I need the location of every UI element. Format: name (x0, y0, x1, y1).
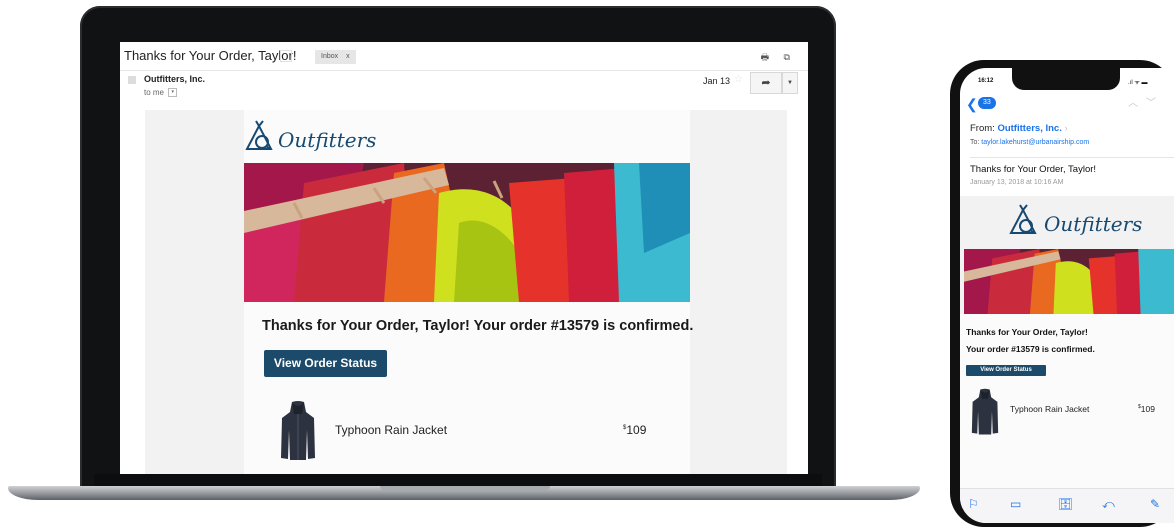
price-value: 109 (1140, 404, 1155, 414)
more-options-button[interactable]: ▼ (782, 72, 798, 94)
divider (970, 157, 1174, 158)
brand-logo: Outfitters (1008, 204, 1142, 238)
phone-notch (1012, 68, 1120, 90)
from-name[interactable]: Outfitters, Inc. (997, 123, 1061, 134)
tent-logo-icon (1009, 204, 1037, 234)
brand-name: Outfitters (278, 128, 377, 152)
reply-button[interactable]: ➦ (750, 72, 782, 94)
to-address[interactable]: taylor.lakehurst@urbanairship.com (981, 139, 1089, 146)
email-date: January 13, 2018 at 10:16 AM (970, 179, 1064, 186)
email-subject: Thanks for Your Order, Taylor! (124, 48, 297, 63)
recipient-info: to me ▾ (144, 88, 178, 98)
price-value: 109 (626, 423, 647, 437)
chevron-right-icon: › (1064, 123, 1068, 134)
folder-icon[interactable]: ▭ (1010, 497, 1021, 511)
brand-name: Outfitters (1044, 212, 1143, 236)
product-name[interactable]: Typhoon Rain Jacket (1010, 404, 1089, 414)
email-date: Jan 13 (703, 76, 731, 86)
email-body: Outfitters Thanks for Your Order, Taylor… (145, 110, 787, 474)
status-time: 16:12 (978, 78, 994, 84)
sender-name[interactable]: Outfitters, Inc. (144, 74, 205, 84)
email-subject: Thanks for Your Order, Taylor! (970, 164, 1097, 175)
confirmation-line-1: Thanks for Your Order, Taylor! (966, 327, 1088, 337)
product-name[interactable]: Typhoon Rain Jacket (335, 423, 447, 437)
star-icon[interactable]: ☆ (734, 74, 743, 85)
mail-toolbar: ⚐ ▭ 🗄 ⤺ ✎ (960, 488, 1174, 523)
email-header-bar: Thanks for Your Order, Taylor! Inbox x 🖶… (120, 42, 808, 71)
view-order-status-button[interactable]: View Order Status (966, 365, 1046, 376)
inbox-label[interactable]: Inbox x (315, 50, 356, 64)
hero-image (244, 163, 690, 302)
inbox-label-text: Inbox (321, 53, 339, 60)
reply-icon: ➦ (761, 77, 771, 89)
reply-icon[interactable]: ⤺ (1102, 497, 1115, 512)
email-content: Thanks for Your Order, Taylor! Your orde… (960, 314, 1174, 496)
flag-icon[interactable]: ⚐ (968, 497, 979, 511)
confirmation-line-2: Your order #13579 is confirmed. (966, 344, 1095, 354)
label-icon[interactable] (280, 50, 292, 62)
product-price: $109 (623, 423, 646, 437)
laptop-notch (380, 486, 550, 491)
jacket-image (281, 401, 315, 460)
from-label: From: (970, 123, 995, 134)
brand-logo: Outfitters (244, 120, 376, 154)
jacket-image (971, 388, 999, 435)
to-line: To: taylor.lakehurst@urbanairship.com (970, 139, 1089, 146)
email-body: Outfitters Thanks for Your Order, Taylor… (960, 196, 1174, 496)
compose-icon[interactable]: ✎ (1150, 497, 1160, 511)
nav-arrows-icon[interactable]: ︿﹀ (1128, 94, 1164, 109)
confirmation-title: Thanks for Your Order, Taylor! Your orde… (262, 318, 694, 334)
show-details-icon[interactable]: ▾ (168, 88, 178, 98)
hero-image (964, 249, 1174, 314)
phone-screen: 16:12 .ıl ᯤ ▬ ❮ 33 ︿﹀ From: Outfitters, … (960, 68, 1174, 523)
view-order-status-button[interactable]: View Order Status (264, 350, 387, 377)
email-content: Outfitters Thanks for Your Order, Taylor… (244, 110, 694, 474)
to-me-text: to me (144, 88, 165, 97)
avatar (128, 76, 136, 84)
laptop-screen: Thanks for Your Order, Taylor! Inbox x 🖶… (120, 42, 808, 474)
remove-label-icon[interactable]: x (346, 53, 350, 60)
to-label: To: (970, 139, 980, 146)
status-icons: .ıl ᯤ ▬ (1128, 80, 1148, 86)
unread-count-badge[interactable]: 33 (978, 97, 996, 109)
tent-logo-icon (245, 120, 273, 150)
product-price: $109 (1138, 404, 1155, 414)
archive-icon[interactable]: 🗄 (1058, 497, 1073, 511)
sender-row: Outfitters, Inc. to me ▾ Jan 13 ☆ ➦ ▼ (120, 72, 808, 108)
back-chevron-icon[interactable]: ❮ (966, 96, 978, 113)
print-icon[interactable]: 🖶 ⧉ (761, 50, 796, 66)
from-line: From: Outfitters, Inc. › (970, 123, 1068, 134)
